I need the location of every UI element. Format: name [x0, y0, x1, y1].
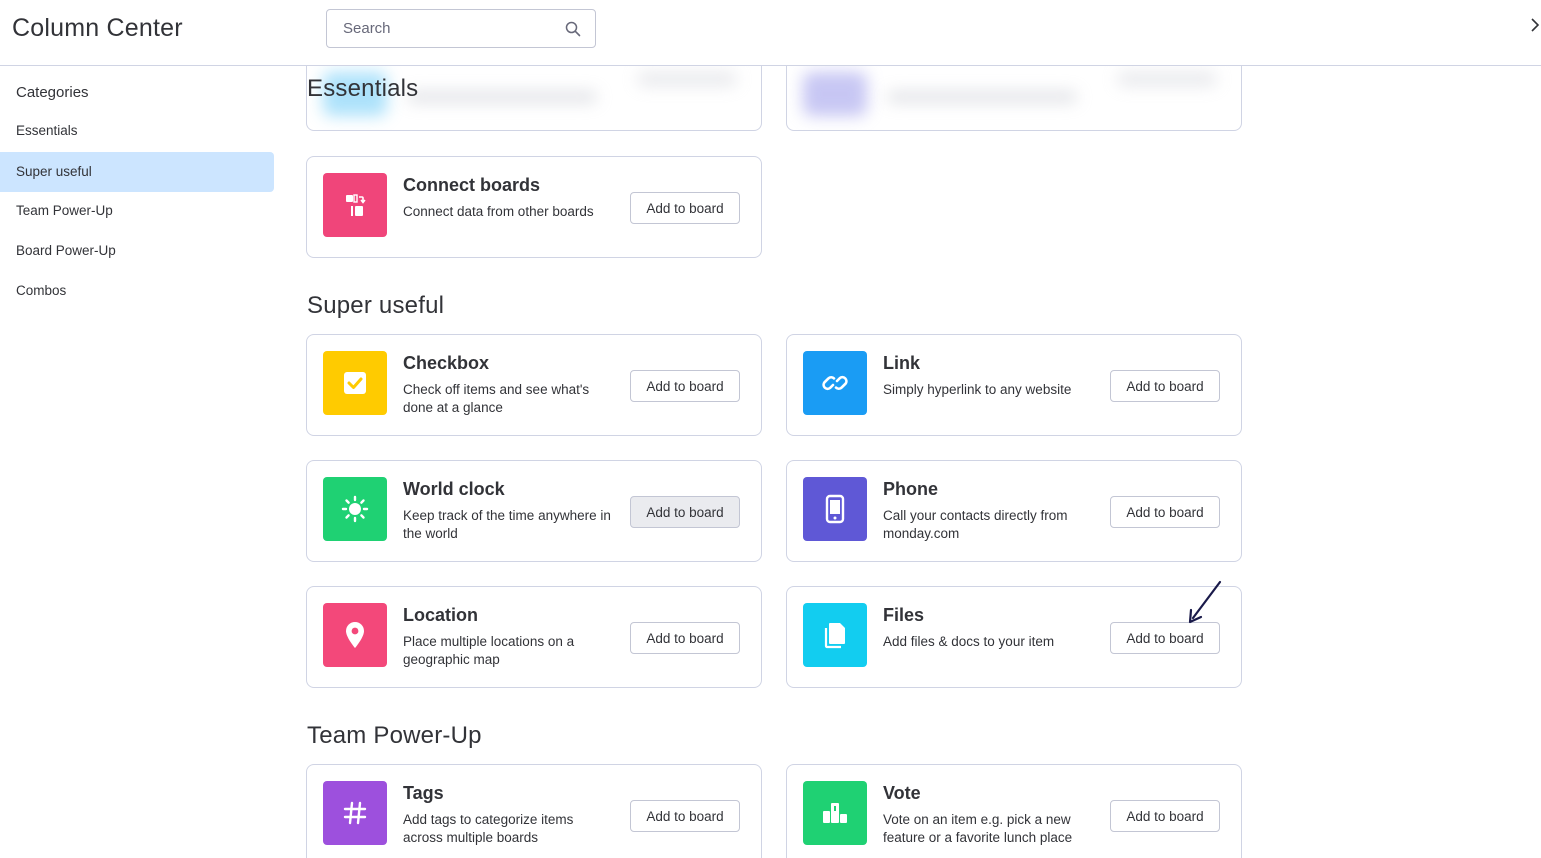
column-card-vote[interactable]: Vote Vote on an item e.g. pick a new fea…: [786, 764, 1242, 858]
add-to-board-button[interactable]: Add to board: [630, 192, 740, 224]
link-icon: [803, 351, 867, 415]
card-title: Connect boards: [403, 175, 541, 195]
sidebar-item-board-power-up[interactable]: Board Power-Up: [0, 231, 274, 271]
card-description: Vote on an item e.g. pick a new feature …: [883, 812, 1073, 845]
checkbox-icon: [323, 351, 387, 415]
card-title: Vote: [883, 783, 921, 803]
sidebar-item-super-useful[interactable]: Super useful: [0, 152, 274, 192]
phone-icon: [803, 477, 867, 541]
sidebar-item-team-power-up[interactable]: Team Power-Up: [0, 191, 274, 231]
column-list[interactable]: Essentials Connect boards Connect data f…: [290, 66, 1541, 858]
card-title: Files: [883, 605, 925, 625]
annotation-arrow-icon: [1188, 580, 1222, 624]
add-to-board-button[interactable]: Add to board: [1110, 496, 1220, 528]
sidebar-item-essentials[interactable]: Essentials: [0, 111, 274, 151]
card-title: Tags: [403, 783, 444, 803]
card-title: Checkbox: [403, 353, 490, 373]
card-description: Add files & docs to your item: [883, 634, 1055, 649]
hashtag-icon: [323, 781, 387, 845]
column-card-connect-boards[interactable]: Connect boards Connect data from other b…: [306, 156, 762, 258]
add-to-board-button[interactable]: Add to board: [630, 622, 740, 654]
card-description: Add tags to categorize items across mult…: [403, 812, 574, 845]
add-to-board-button[interactable]: Add to board: [1110, 622, 1220, 654]
card-title: Phone: [883, 479, 939, 499]
card-title: Location: [403, 605, 478, 625]
column-card-checkbox[interactable]: Checkbox Check off items and see what's …: [306, 334, 762, 436]
section-title-super-useful: Super useful: [307, 292, 445, 319]
card-description: Connect data from other boards: [403, 204, 594, 219]
search-icon[interactable]: [565, 21, 581, 37]
card-title: World clock: [403, 479, 505, 499]
page-title: Column Center: [12, 14, 183, 42]
card-description: Simply hyperlink to any website: [883, 382, 1072, 397]
card-title: Link: [883, 353, 921, 373]
search-input[interactable]: [328, 11, 558, 46]
section-title-essentials: Essentials: [307, 75, 419, 102]
add-to-board-button[interactable]: Add to board: [1110, 370, 1220, 402]
column-card-world-clock[interactable]: World clock Keep track of the time anywh…: [306, 460, 762, 562]
section-title-team-power-up: Team Power-Up: [307, 722, 482, 749]
essentials-card-partial-2[interactable]: [786, 66, 1242, 131]
card-description: Call your contacts directly from monday.…: [883, 508, 1068, 541]
card-description: Place multiple locations on a geographic…: [403, 634, 575, 667]
vote-podium-icon: [803, 781, 867, 845]
location-pin-icon: [323, 603, 387, 667]
column-card-location[interactable]: Location Place multiple locations on a g…: [306, 586, 762, 688]
sidebar-item-combos[interactable]: Combos: [0, 271, 274, 311]
add-to-board-button[interactable]: Add to board: [630, 496, 740, 528]
categories-sidebar: Categories Essentials Super useful Team …: [0, 66, 290, 858]
column-card-files[interactable]: Files Add files & docs to your item Add …: [786, 586, 1242, 688]
column-center-header: Column Center: [0, 0, 1541, 66]
column-card-tags[interactable]: Tags Add tags to categorize items across…: [306, 764, 762, 858]
add-to-board-button[interactable]: Add to board: [1110, 800, 1220, 832]
connect-boards-icon: [323, 173, 387, 237]
search-box[interactable]: [326, 9, 596, 48]
add-to-board-button[interactable]: Add to board: [630, 370, 740, 402]
add-to-board-button[interactable]: Add to board: [630, 800, 740, 832]
categories-heading: Categories: [16, 84, 89, 101]
column-card-link[interactable]: Link Simply hyperlink to any website Add…: [786, 334, 1242, 436]
card-description: Keep track of the time anywhere in the w…: [403, 508, 611, 541]
chevron-right-icon[interactable]: [1528, 14, 1541, 36]
files-icon: [803, 603, 867, 667]
column-card-phone[interactable]: Phone Call your contacts directly from m…: [786, 460, 1242, 562]
card-description: Check off items and see what's done at a…: [403, 382, 590, 415]
world-clock-icon: [323, 477, 387, 541]
